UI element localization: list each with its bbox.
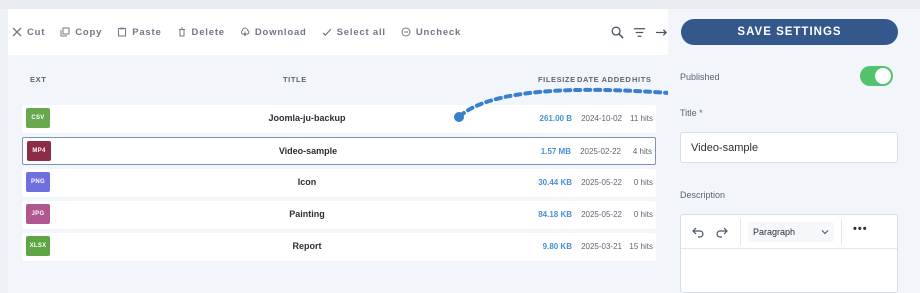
file-size: 9.80 KB: [542, 242, 572, 251]
toolbar-right-icons: [611, 9, 668, 55]
title-field[interactable]: [680, 132, 898, 163]
cut-button[interactable]: Cut: [12, 27, 45, 38]
download-label: Download: [254, 26, 307, 38]
settings-panel: SAVE SETTINGS Published Title * Descript…: [668, 9, 920, 293]
drag-arrow-icon: [454, 86, 688, 122]
published-label: Published: [680, 72, 720, 82]
description-label: Description: [680, 190, 726, 200]
paste-label: Paste: [132, 26, 162, 38]
file-manager-panel: Cut Copy Paste Delete Download Select al…: [8, 9, 668, 293]
scissors-icon: [12, 27, 22, 37]
hits-count: 0 hits: [633, 210, 653, 219]
copy-label: Copy: [75, 26, 103, 38]
arrow-right-icon[interactable]: [655, 26, 668, 39]
file-type-badge: MP4: [27, 141, 51, 161]
file-title: Painting: [289, 209, 325, 219]
hits-count: 4 hits: [632, 147, 652, 156]
toolbar-divider: [740, 219, 741, 245]
file-size: 84.18 KB: [538, 210, 572, 219]
published-toggle[interactable]: [860, 66, 893, 86]
copy-button[interactable]: Copy: [60, 27, 102, 38]
file-type-badge: PNG: [26, 172, 50, 192]
file-type-badge: JPG: [26, 204, 50, 224]
file-title: Joomla-ju-backup: [268, 113, 346, 123]
table-row[interactable]: JPG Painting 84.18 KB 2025-05-22 0 hits: [22, 201, 656, 229]
more-options-button[interactable]: •••: [853, 223, 868, 235]
table-row[interactable]: XLSX Report 9.80 KB 2025-03-21 15 hits: [22, 233, 656, 261]
description-editor[interactable]: Paragraph •••: [680, 214, 898, 293]
header-title: TITLE: [283, 75, 307, 84]
copy-icon: [60, 27, 70, 37]
table-row[interactable]: PNG Icon 30.44 KB 2025-05-22 0 hits: [22, 169, 656, 197]
file-size: 30.44 KB: [538, 178, 572, 187]
select-all-button[interactable]: Select all: [322, 27, 386, 38]
format-select-value: Paragraph: [753, 227, 796, 237]
uncheck-button[interactable]: Uncheck: [401, 27, 461, 38]
download-button[interactable]: Download: [240, 27, 307, 38]
search-icon[interactable]: [611, 26, 624, 39]
cloud-download-icon: [240, 27, 250, 37]
format-select[interactable]: Paragraph: [748, 222, 834, 242]
date-added: 2025-05-22: [581, 210, 622, 219]
header-ext: EXT: [30, 75, 47, 84]
file-title: Video-sample: [278, 146, 338, 156]
cut-label: Cut: [27, 26, 46, 38]
paste-icon: [118, 27, 127, 37]
top-strip: [0, 0, 920, 9]
date-added: 2025-05-22: [581, 178, 622, 187]
date-added: 2025-02-22: [580, 147, 621, 156]
chevron-down-icon: [821, 230, 829, 235]
file-size: 1.57 MB: [540, 147, 571, 156]
delete-button[interactable]: Delete: [177, 27, 225, 38]
file-type-badge: XLSX: [26, 236, 50, 256]
filter-icon[interactable]: [633, 26, 646, 39]
hits-count: 15 hits: [629, 242, 653, 251]
file-type-badge: CSV: [26, 108, 50, 128]
save-settings-button[interactable]: SAVE SETTINGS: [681, 19, 898, 45]
date-added: 2025-03-21: [581, 242, 622, 251]
check-icon: [322, 28, 332, 36]
toolbar-divider: [841, 219, 842, 245]
paste-button[interactable]: Paste: [117, 27, 161, 38]
hits-count: 0 hits: [633, 178, 653, 187]
minus-circle-icon: [401, 27, 411, 37]
table-row[interactable]: MP4 Video-sample 1.57 MB 2025-02-22 4 hits: [22, 137, 656, 165]
file-toolbar: Cut Copy Paste Delete Download Select al…: [8, 9, 668, 55]
file-title: Icon: [297, 177, 317, 187]
select-all-label: Select all: [336, 26, 386, 38]
delete-label: Delete: [191, 26, 225, 38]
uncheck-label: Uncheck: [415, 26, 462, 38]
file-title: Report: [292, 241, 322, 251]
editor-toolbar: Paragraph •••: [681, 215, 897, 249]
title-label: Title *: [680, 108, 703, 118]
undo-icon[interactable]: [691, 225, 705, 239]
redo-icon[interactable]: [715, 225, 729, 239]
trash-icon: [178, 27, 185, 37]
